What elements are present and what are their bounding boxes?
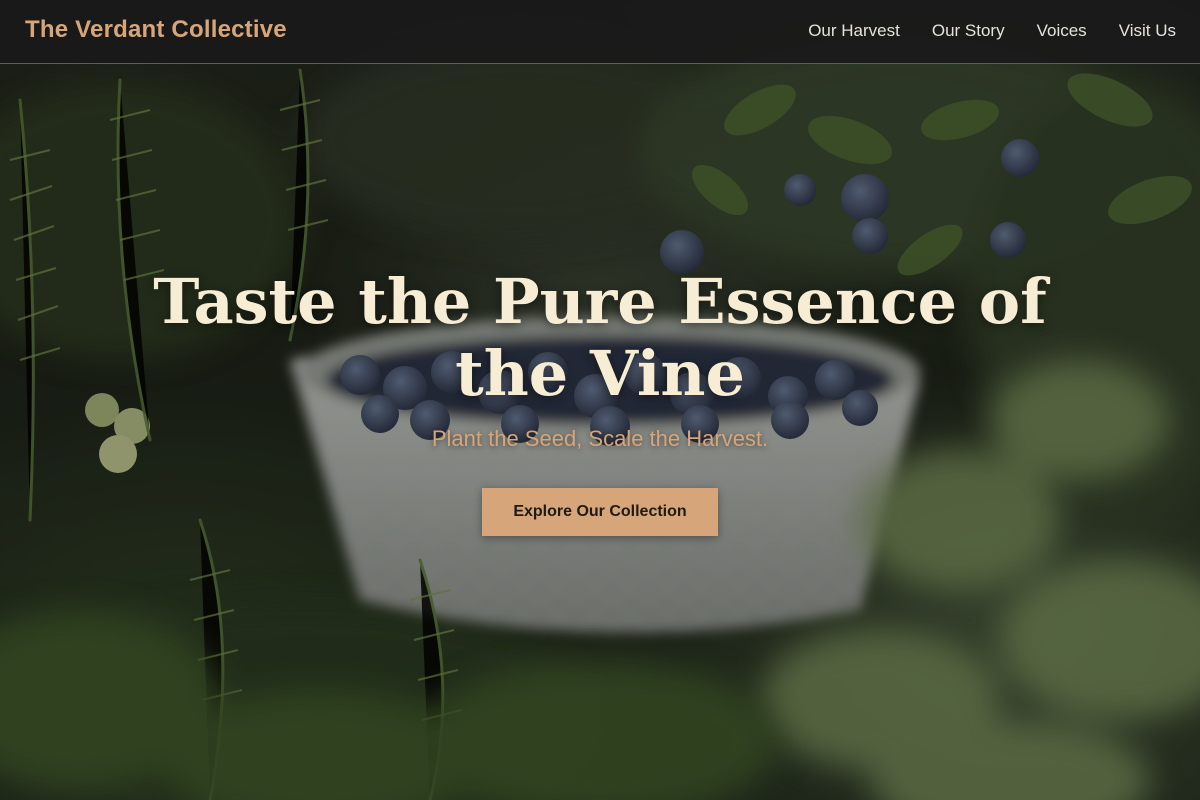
hero-subtitle: Plant the Seed, Scale the Harvest. [431, 426, 769, 451]
brand-logo-text[interactable]: The Verdant Collective [25, 16, 287, 44]
hero-title: Taste the Pure Essence of the Vine [153, 265, 1047, 410]
site-header: The Verdant Collective Our Harvest Our S… [0, 0, 1200, 64]
nav-link-voices[interactable]: Voices [1037, 21, 1087, 41]
nav-link-visit-us[interactable]: Visit Us [1119, 21, 1176, 41]
main-nav: Our Harvest Our Story Voices Visit Us [808, 21, 1176, 41]
nav-link-our-harvest[interactable]: Our Harvest [808, 21, 900, 41]
explore-collection-button[interactable]: Explore Our Collection [482, 488, 718, 536]
nav-link-our-story[interactable]: Our Story [932, 21, 1005, 41]
